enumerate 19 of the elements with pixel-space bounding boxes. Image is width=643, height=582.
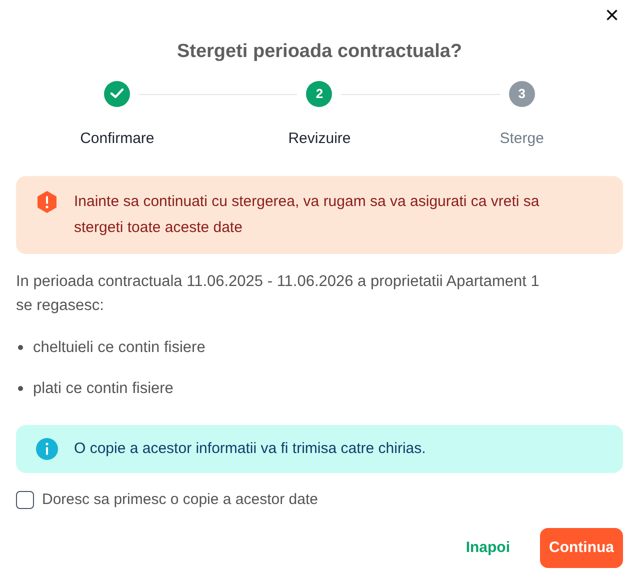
step-circle: 3 (508, 80, 535, 106)
description-text: In perioada contractuala 11.06.2025 - 11.06.2026 a proprietatii Apartament 1 se regasesc: (16, 272, 540, 316)
step-circle: 2 (306, 80, 332, 106)
step-label: Confirmare (80, 128, 154, 148)
checkbox-label[interactable]: Doresc sa primesc o copie a acestor date (42, 489, 318, 512)
info-text: O copie a acestor informatii va fi trimisa catre chirias. (74, 438, 426, 458)
step-label: Sterge (500, 128, 544, 148)
list-item: cheltuieli ce contin fisiere (33, 338, 206, 358)
close-button[interactable]: × (600, 4, 623, 28)
warning-icon (36, 191, 58, 213)
list-item: plati ce contin fisiere (33, 379, 174, 400)
warning-text: Inainte sa continuati cu stergerea, va rugam sa va asigurati ca vreti sa stergeti toate aceste date (74, 192, 540, 238)
check-icon (110, 88, 124, 99)
dialog-title: Stergeti perioada contractuala? (176, 40, 464, 64)
step-label: Revizuire (288, 128, 351, 148)
checkbox[interactable] (16, 491, 34, 510)
bullet-icon (18, 345, 23, 350)
bullet-icon (18, 386, 23, 392)
info-icon (36, 438, 58, 460)
